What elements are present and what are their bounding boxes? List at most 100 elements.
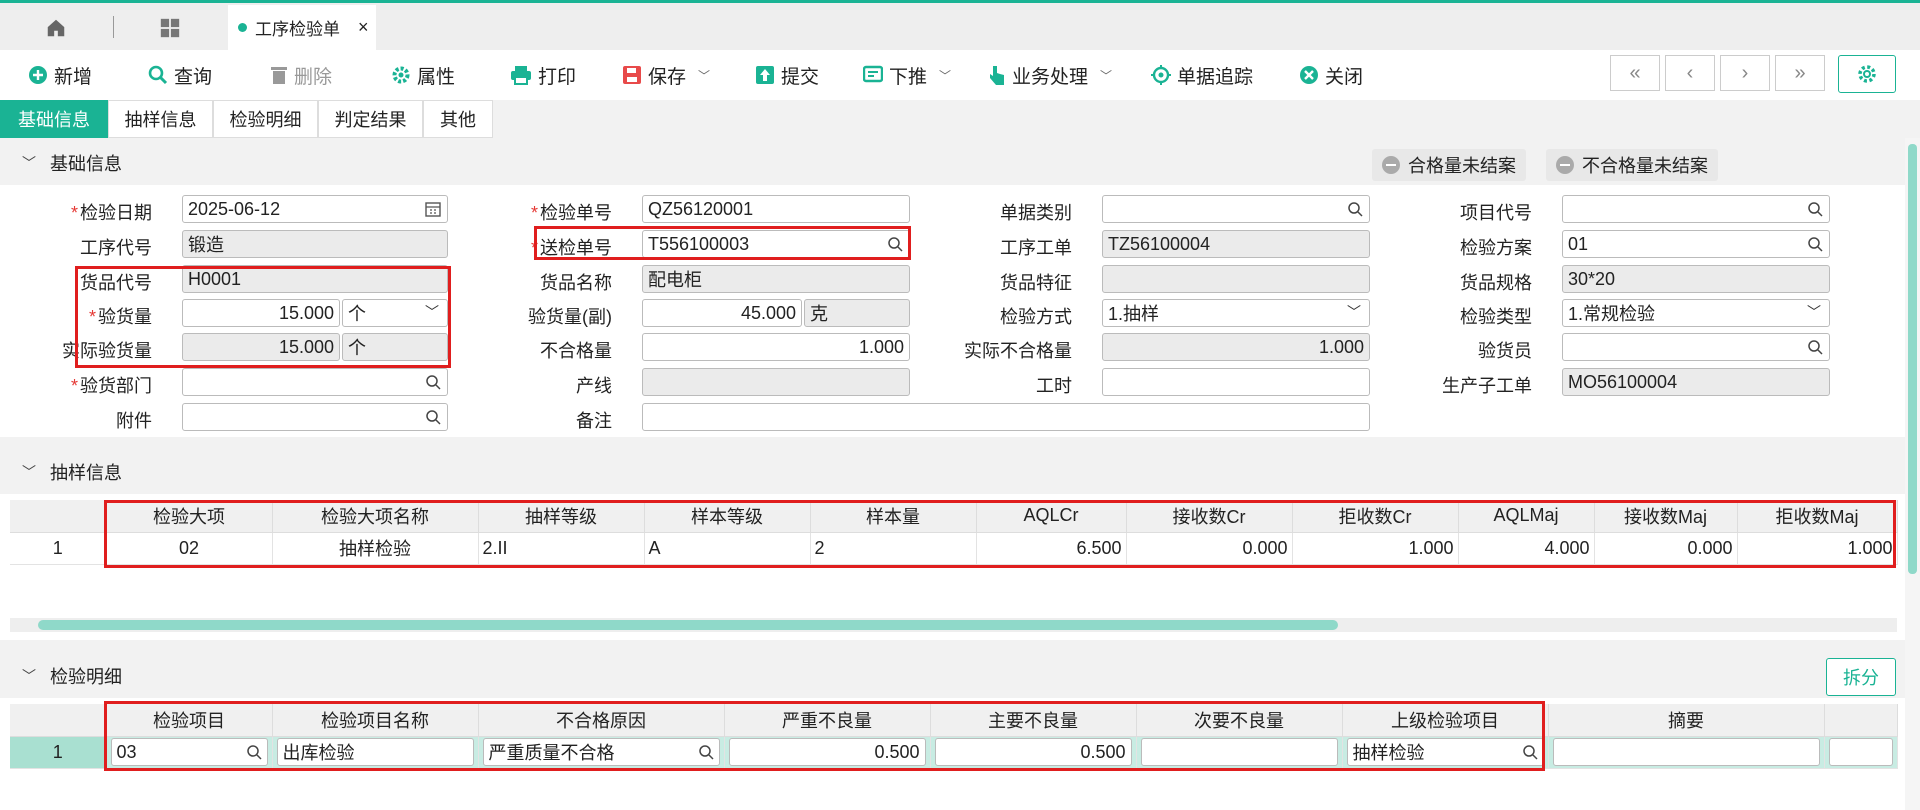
- column-header[interactable]: 拒收数Cr: [1292, 500, 1459, 533]
- inspection-item-input[interactable]: 03: [110, 738, 268, 766]
- table-cell[interactable]: 严重质量不合格: [478, 736, 725, 769]
- table-cell[interactable]: 6.500: [976, 532, 1127, 565]
- search-icon[interactable]: [246, 744, 262, 760]
- check-no-field[interactable]: QZ56120001: [642, 195, 910, 223]
- horizontal-scrollbar[interactable]: [10, 618, 1897, 632]
- work-hours-field[interactable]: [1102, 368, 1370, 396]
- column-header[interactable]: 检验大项名称: [272, 500, 479, 533]
- search-icon[interactable]: [1347, 201, 1363, 217]
- tab-process-inspection[interactable]: 工序检验单 ×: [228, 5, 376, 50]
- scroll-thumb[interactable]: [38, 620, 1338, 630]
- check-type-select[interactable]: 1.常规检验 ﹀: [1562, 299, 1830, 327]
- table-cell[interactable]: 1.000: [1292, 532, 1459, 565]
- first-record-button[interactable]: «: [1610, 55, 1660, 91]
- close-button[interactable]: 关闭: [1299, 60, 1363, 90]
- column-header[interactable]: 抽样等级: [478, 500, 645, 533]
- next-column-input[interactable]: [1828, 738, 1893, 766]
- table-cell[interactable]: A: [644, 532, 811, 565]
- table-row[interactable]: 1 02 抽样检验 2.II A 2 6.500 0.000 1.000 4.0…: [10, 532, 1898, 565]
- delete-button[interactable]: 删除: [270, 60, 332, 90]
- search-icon[interactable]: [1522, 744, 1538, 760]
- table-cell[interactable]: 出库检验: [272, 736, 479, 769]
- column-header[interactable]: 样本等级: [644, 500, 811, 533]
- table-cell[interactable]: 02: [106, 532, 273, 565]
- check-qty-field[interactable]: 15.000: [182, 299, 340, 327]
- tab-sampling-info[interactable]: 抽样信息: [108, 100, 213, 138]
- attachment-field[interactable]: [182, 403, 448, 431]
- search-icon[interactable]: [425, 409, 441, 425]
- minor-defect-input[interactable]: [1140, 738, 1338, 766]
- table-cell[interactable]: 2.II: [478, 532, 645, 565]
- column-header[interactable]: 次要不良量: [1136, 704, 1343, 737]
- inspection-item-name-input[interactable]: 出库检验: [276, 738, 474, 766]
- table-cell[interactable]: 2: [810, 532, 977, 565]
- ng-qty-field[interactable]: 1.000: [642, 333, 910, 361]
- table-cell[interactable]: 03: [106, 736, 273, 769]
- close-tab-icon[interactable]: ×: [358, 17, 369, 38]
- critical-defect-input[interactable]: 0.500: [728, 738, 926, 766]
- document-trace-button[interactable]: 单据追踪: [1151, 60, 1253, 90]
- table-cell[interactable]: 抽样检验: [1342, 736, 1549, 769]
- table-cell[interactable]: 0.000: [1594, 532, 1738, 565]
- previous-record-button[interactable]: ‹: [1665, 55, 1715, 91]
- column-header[interactable]: 检验大项: [106, 500, 273, 533]
- check-method-select[interactable]: 1.抽样 ﹀: [1102, 299, 1370, 327]
- table-cell[interactable]: 0.500: [724, 736, 931, 769]
- scroll-thumb[interactable]: [1908, 144, 1917, 574]
- new-button[interactable]: 新增: [28, 60, 92, 90]
- sampling-info-header[interactable]: ﹀ 抽样信息: [0, 450, 1905, 494]
- inspection-detail-header[interactable]: ﹀ 检验明细 拆分: [0, 654, 1905, 698]
- last-record-button[interactable]: »: [1775, 55, 1825, 91]
- next-record-button[interactable]: ›: [1720, 55, 1770, 91]
- submit-button[interactable]: 提交: [755, 60, 819, 90]
- search-icon[interactable]: [1807, 201, 1823, 217]
- doc-type-field[interactable]: [1102, 195, 1370, 223]
- table-cell[interactable]: 0.000: [1126, 532, 1293, 565]
- table-cell[interactable]: [1548, 736, 1825, 769]
- inspector-field[interactable]: [1562, 333, 1830, 361]
- column-header[interactable]: 样本量: [810, 500, 977, 533]
- attributes-button[interactable]: 属性: [391, 60, 455, 90]
- table-cell[interactable]: 4.000: [1458, 532, 1595, 565]
- table-cell[interactable]: 1.000: [1737, 532, 1898, 565]
- table-cell[interactable]: [1824, 736, 1898, 769]
- business-process-button[interactable]: 业务处理 ﹀: [988, 60, 1112, 90]
- query-button[interactable]: 查询: [148, 60, 212, 90]
- column-header[interactable]: 接收数Maj: [1594, 500, 1738, 533]
- summary-input[interactable]: [1552, 738, 1820, 766]
- search-icon[interactable]: [1807, 339, 1823, 355]
- dept-field[interactable]: [182, 368, 448, 396]
- qty-sub-field[interactable]: 45.000: [642, 299, 802, 327]
- project-code-field[interactable]: [1562, 195, 1830, 223]
- column-header[interactable]: AQLCr: [976, 500, 1127, 533]
- column-header[interactable]: 不合格原因: [478, 704, 725, 737]
- qualified-open-badge[interactable]: 合格量未结案: [1372, 149, 1526, 181]
- column-header[interactable]: 主要不良量: [930, 704, 1137, 737]
- search-icon[interactable]: [698, 744, 714, 760]
- check-unit-select[interactable]: 个 ﹀: [342, 299, 448, 327]
- apps-grid-icon[interactable]: [140, 13, 200, 43]
- push-down-button[interactable]: 下推 ﹀: [863, 60, 951, 90]
- column-header[interactable]: 检验项目名称: [272, 704, 479, 737]
- column-header[interactable]: 接收数Cr: [1126, 500, 1293, 533]
- home-icon[interactable]: [28, 13, 84, 43]
- send-no-field[interactable]: T556100003: [642, 230, 910, 258]
- table-cell[interactable]: 0.500: [930, 736, 1137, 769]
- tab-judgment-result[interactable]: 判定结果: [318, 100, 423, 138]
- column-header[interactable]: 拒收数Maj: [1737, 500, 1898, 533]
- remark-field[interactable]: [642, 403, 1370, 431]
- table-cell[interactable]: [1136, 736, 1343, 769]
- vertical-scrollbar[interactable]: [1905, 138, 1920, 810]
- settings-button[interactable]: [1838, 55, 1896, 93]
- basic-info-header[interactable]: ﹀ 基础信息 合格量未结案 不合格量未结案: [0, 141, 1905, 185]
- search-icon[interactable]: [1807, 236, 1823, 252]
- column-header[interactable]: AQLMaj: [1458, 500, 1595, 533]
- search-icon[interactable]: [425, 374, 441, 390]
- check-plan-field[interactable]: 01: [1562, 230, 1830, 258]
- ng-reason-input[interactable]: 严重质量不合格: [482, 738, 720, 766]
- column-header[interactable]: 上级检验项目: [1342, 704, 1549, 737]
- tab-inspection-detail[interactable]: 检验明细: [213, 100, 318, 138]
- print-button[interactable]: 打印: [510, 60, 576, 90]
- tab-basic-info[interactable]: 基础信息: [0, 100, 108, 138]
- column-header[interactable]: 严重不良量: [724, 704, 931, 737]
